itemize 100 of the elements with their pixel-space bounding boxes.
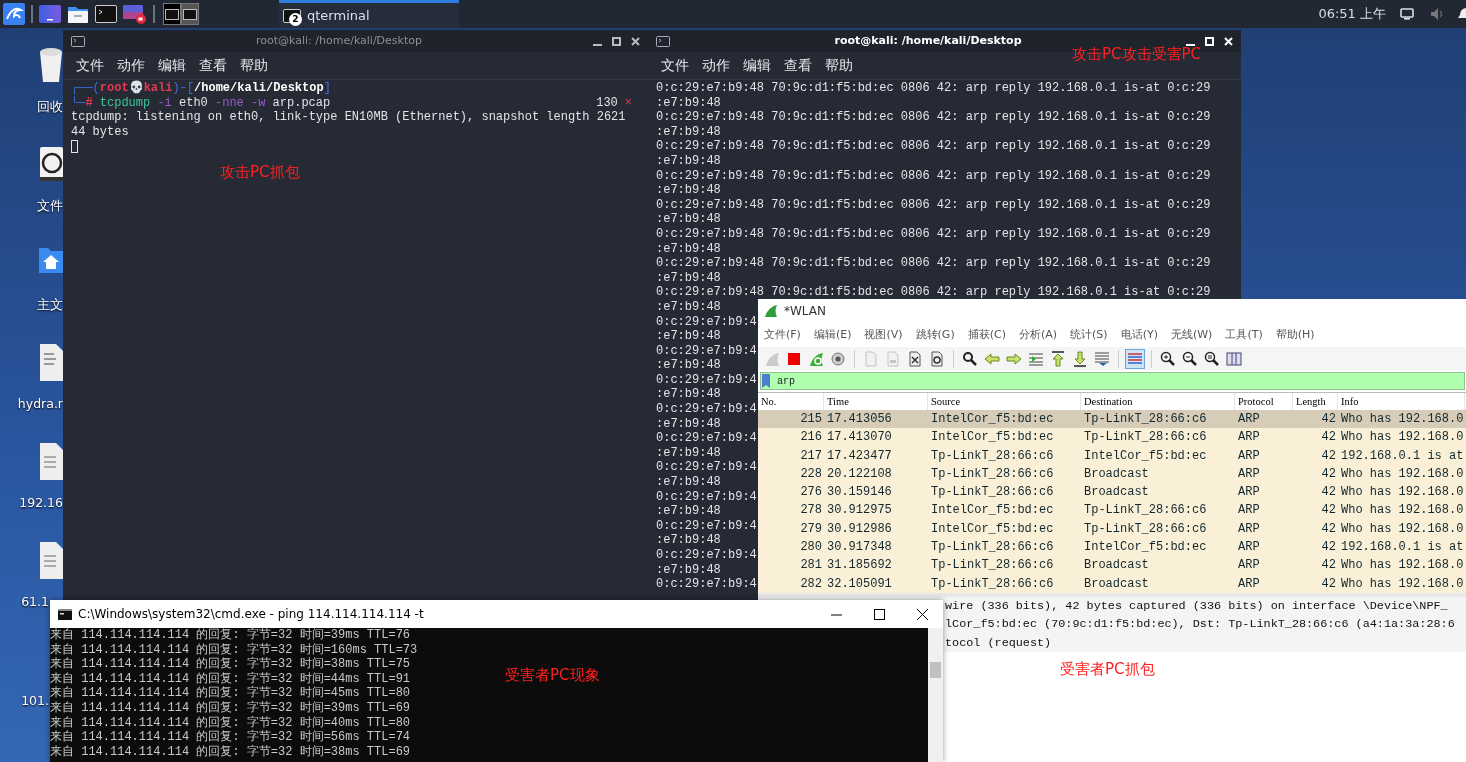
menu-item[interactable]: 动作 — [117, 55, 145, 76]
prompt-text: kali — [143, 81, 173, 96]
screen-record-icon[interactable] — [123, 4, 147, 24]
menu-item[interactable]: 文件(F) — [764, 326, 801, 344]
maximize-icon[interactable] — [612, 36, 621, 46]
annotation-label: 受害者PC现象 — [505, 665, 600, 686]
zoom-out-icon — [1182, 350, 1198, 367]
gear-icon — [830, 350, 846, 367]
terminal-icon[interactable] — [95, 5, 117, 23]
menu-item[interactable]: 帮助 — [825, 55, 853, 76]
detail-line[interactable]: tocol (request) — [945, 633, 1466, 653]
terminal-text: tcpdump: listening on eth0, link-type EN10MB (Ethernet), snapshot length 2621 — [71, 110, 626, 125]
workspace-thumbnail[interactable] — [163, 3, 181, 25]
terminal-text: 0:c:29:e7:b9:4 — [656, 518, 757, 533]
workspace-thumbnail[interactable] — [181, 3, 199, 25]
packet-row[interactable]: 278 30.912975 IntelCor_f5:bd:ec Tp-LinkT_28:66:c6 ARP 42 Who has 192.168.0 — [758, 501, 1466, 520]
menu-item[interactable]: 分析(A) — [1018, 326, 1058, 344]
terminal-text: 0:c:29:e7:b9:48 70:9c:d1:f5:bd:ec 0806 42: arp reply 192.168.0.1 is-at 0:c:29 — [656, 81, 1211, 95]
menu-item[interactable]: 编辑(E) — [813, 326, 852, 344]
menu-item[interactable]: 编辑 — [158, 55, 186, 76]
terminal-text: 0:c:29:e7:b9:4 — [656, 431, 757, 446]
terminal-text: 0:c:29:e7:b9:48 70:9c:d1:f5:bd:ec 0806 42: arp reply 192.168.0.1 is-at 0:c:29 — [656, 110, 1211, 125]
prompt-text: -nne — [215, 95, 244, 111]
menu-item[interactable]: 动作 — [702, 55, 730, 76]
display-icon[interactable] — [1400, 8, 1414, 20]
packet-row[interactable]: 280 30.917348 Tp-LinkT_28:66:c6 IntelCor_f5:bd:ec ARP 42 192.168.0.1 is at — [758, 538, 1466, 557]
zoom-in-icon — [1160, 350, 1176, 367]
stop-icon — [786, 350, 802, 367]
menu-item[interactable]: 编辑 — [743, 55, 771, 76]
desktop-icon-label[interactable]: 101. — [21, 692, 49, 711]
prompt-text: )-[ — [172, 81, 195, 96]
menu-item[interactable]: 电话(Y) — [1120, 326, 1158, 344]
terminal-text: :e7:b9:48 — [656, 212, 721, 227]
terminal-text: 0:c:29:e7:b9:4 — [656, 489, 757, 504]
desktop-icon-label[interactable]: 回收 — [37, 98, 63, 117]
terminal-icon — [71, 35, 85, 47]
console-text: 来自 114.114.114.114 的回复: 字节=32 时间=39ms TTL=69 — [50, 700, 411, 716]
menu-item[interactable]: 查看 — [199, 55, 227, 76]
desktop-icon-label[interactable]: hydra.r — [17, 395, 63, 414]
console-icon — [58, 608, 72, 620]
logo-icon[interactable] — [3, 3, 25, 25]
close-icon[interactable] — [917, 608, 928, 620]
scroll-list-icon — [1094, 350, 1110, 367]
menu-item[interactable]: 查看 — [784, 55, 812, 76]
menu-item[interactable]: 无线(W) — [1170, 326, 1213, 344]
prompt-text: arp.pcap — [272, 95, 331, 111]
trash-icon[interactable] — [38, 46, 63, 84]
left-arrow-icon — [984, 350, 1000, 367]
desktop-icon-label[interactable]: 61.1 — [21, 593, 49, 612]
terminal-text: 0:c:29:e7:b9:4 — [656, 314, 757, 329]
detail-line[interactable]: lCor_f5:bd:ec (70:9c:d1:f5:bd:ec), Dst: Tp-LinkT_28:66:c6 (a4:1a:3a:28:6 — [945, 615, 1466, 634]
prompt-text: # — [85, 95, 93, 111]
count-badge: 2 — [289, 13, 302, 26]
close-document-icon — [907, 350, 923, 367]
menu-item[interactable]: 帮助 — [240, 55, 268, 76]
packet-row[interactable]: 281 31.185692 Tp-LinkT_28:66:c6 Broadcast ARP 42 Who has 192.168.0 — [758, 556, 1466, 575]
scrollbar[interactable] — [928, 628, 943, 762]
menu-item[interactable]: 文件 — [76, 55, 104, 76]
menu-item[interactable]: 跳转(G) — [915, 326, 955, 344]
close-icon[interactable] — [631, 36, 640, 46]
packet-row[interactable]: 216 17.413070 IntelCor_f5:bd:ec Tp-LinkT_28:66:c6 ARP 42 Who has 192.168.0 — [758, 428, 1466, 447]
prompt-text: root — [99, 81, 129, 96]
menu-item[interactable]: 统计(S) — [1070, 326, 1108, 344]
folder-icon[interactable] — [67, 5, 89, 23]
maximize-icon[interactable] — [874, 608, 885, 620]
binary-file-icon[interactable] — [38, 343, 63, 381]
menu-item[interactable]: 帮助(H) — [1275, 326, 1315, 344]
search-icon — [962, 350, 978, 367]
terminal-text: 0:c:29:e7:b9:48 70:9c:d1:f5:bd:ec 0806 42: arp reply 192.168.0.1 is-at 0:c:29 — [656, 168, 1211, 183]
terminal-icon — [656, 35, 670, 47]
terminal-text: 0:c:29:e7:b9:4 — [656, 372, 757, 387]
terminal-text: :e7:b9:48 — [656, 153, 721, 168]
drive-icon[interactable] — [38, 145, 63, 183]
prompt-text: ] — [323, 81, 331, 96]
terminal-text: 0:c:29:e7:b9:48 70:9c:d1:f5:bd:ec 0806 42: arp reply 192.168.0.1 is-at 0:c:29 — [656, 226, 1211, 241]
window-icon[interactable] — [39, 5, 61, 23]
clock-text: 06:51 上午 — [1318, 5, 1386, 24]
terminal-text: :e7:b9:48 — [656, 241, 721, 256]
locked-file-icon[interactable] — [38, 541, 63, 579]
reload-document-icon — [929, 350, 945, 367]
terminal-text: 0:c:29:e7:b9:48 70:9c:d1:f5:bd:ec 0806 42: arp reply 192.168.0.1 is-at 0:c:29 — [656, 197, 1211, 212]
bell-icon[interactable] — [1458, 7, 1466, 21]
prompt-text: /home/kali/Desktop — [194, 81, 324, 96]
menu-item[interactable]: 文件 — [661, 55, 689, 76]
console-text: 来自 114.114.114.114 的回复: 字节=32 时间=160ms TTL=73 — [50, 642, 418, 657]
menu-item[interactable]: 工具(T) — [1225, 326, 1263, 344]
desktop-icon-label[interactable]: 主文 — [37, 296, 63, 315]
prompt-text: -w — [251, 95, 266, 111]
prompt-text: 💀 — [128, 81, 144, 96]
packet-row[interactable]: 215 17.413056 IntelCor_f5:bd:ec Tp-LinkT_28:66:c6 ARP 42 Who has 192.168.0 — [758, 410, 1466, 429]
task-button[interactable]: 2 qterminal — [279, 0, 459, 28]
detail-line[interactable]: wire (336 bits), 42 bytes captured (336 bits) on interface \Device\NPF_ — [945, 596, 1466, 616]
menu-item[interactable]: 视图(V) — [864, 326, 903, 344]
filter-field[interactable]: arp — [760, 372, 1465, 390]
packet-row[interactable]: 276 30.159146 Tp-LinkT_28:66:c6 Broadcast ARP 42 Who has 192.168.0 — [758, 483, 1466, 502]
terminal-text: :e7:b9:48 — [656, 504, 721, 519]
desktop-icon-label[interactable]: 文件 — [37, 197, 63, 216]
menu-item[interactable]: 捕获(C) — [967, 326, 1006, 344]
desktop-icon-label[interactable]: 192.16 — [19, 494, 63, 513]
locked-file-icon[interactable] — [38, 442, 63, 480]
